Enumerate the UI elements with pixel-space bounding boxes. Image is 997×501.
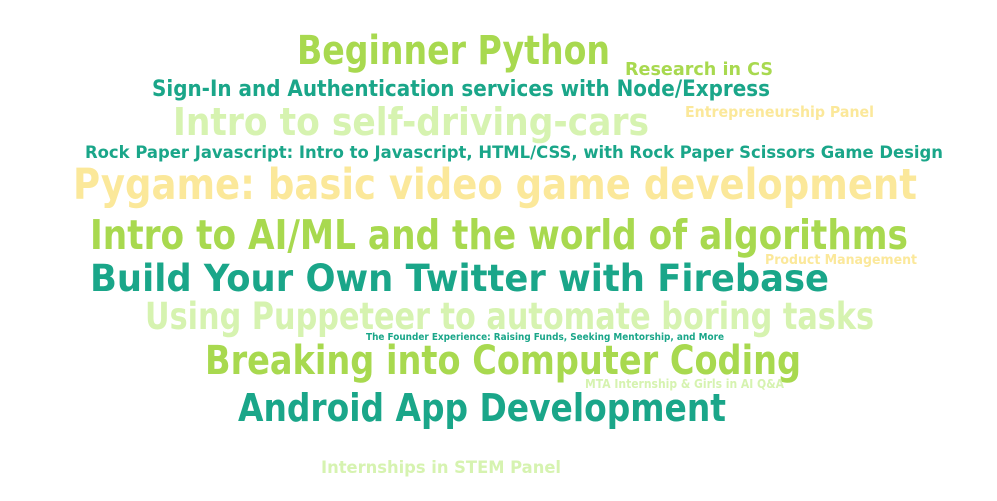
word-internships-stem: Internships in STEM Panel — [321, 458, 561, 478]
word-entrepreneurship-panel: Entrepreneurship Panel — [685, 103, 874, 121]
word-cloud: Beginner Python Research in CS Sign-In a… — [73, 28, 943, 478]
word-android-app: Android App Development — [238, 386, 726, 430]
word-beginner-python: Beginner Python — [297, 28, 610, 74]
word-build-twitter-firebase: Build Your Own Twitter with Firebase — [90, 257, 829, 300]
word-pygame: Pygame: basic video game development — [73, 160, 917, 210]
word-intro-ai-ml: Intro to AI/ML and the world of algorith… — [90, 211, 908, 259]
word-self-driving-cars: Intro to self-driving-cars — [173, 100, 649, 144]
word-sign-in-auth: Sign-In and Authentication services with… — [152, 77, 770, 102]
